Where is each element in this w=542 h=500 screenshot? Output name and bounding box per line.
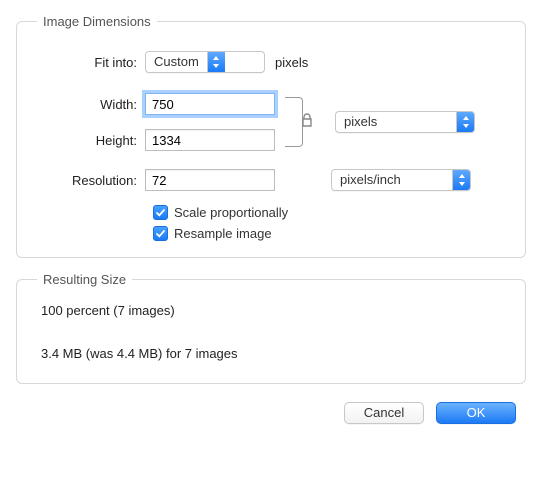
fit-into-select[interactable]: Custom	[145, 51, 265, 73]
fit-into-row: Fit into: Custom pixels	[37, 51, 505, 73]
resample-image-label: Resample image	[174, 226, 272, 241]
width-input[interactable]	[145, 93, 275, 115]
wh-unit-value: pixels	[336, 112, 456, 132]
wh-unit-select[interactable]: pixels	[335, 111, 475, 133]
resolution-row: Resolution: pixels/inch	[37, 169, 505, 191]
width-height-block: Width: Height: pixels	[37, 93, 505, 151]
result-filesize: 3.4 MB (was 4.4 MB) for 7 images	[37, 340, 505, 367]
ok-button[interactable]: OK	[436, 402, 516, 424]
aspect-lock[interactable]	[283, 93, 331, 151]
resulting-size-title: Resulting Size	[37, 272, 132, 287]
fit-into-label: Fit into:	[37, 55, 145, 70]
button-row: Cancel OK	[16, 398, 526, 424]
image-dimensions-title: Image Dimensions	[37, 14, 157, 29]
resulting-size-group: Resulting Size 100 percent (7 images) 3.…	[16, 272, 526, 384]
resolution-label: Resolution:	[37, 173, 145, 188]
result-percent: 100 percent (7 images)	[37, 297, 505, 324]
scale-proportionally-label: Scale proportionally	[174, 205, 288, 220]
updown-arrows-icon	[452, 170, 470, 190]
checkmark-icon	[155, 228, 166, 239]
resample-image-checkbox[interactable]	[153, 226, 168, 241]
scale-proportionally-checkbox[interactable]	[153, 205, 168, 220]
checkmark-icon	[155, 207, 166, 218]
updown-arrows-icon	[456, 112, 474, 132]
resample-image-row: Resample image	[37, 226, 505, 241]
width-label: Width:	[37, 97, 145, 112]
fit-into-value: Custom	[146, 52, 207, 72]
height-input[interactable]	[145, 129, 275, 151]
resolution-unit-value: pixels/inch	[332, 170, 452, 190]
image-dimensions-group: Image Dimensions Fit into: Custom pixels…	[16, 14, 526, 258]
resolution-unit-select[interactable]: pixels/inch	[331, 169, 471, 191]
resolution-input[interactable]	[145, 169, 275, 191]
cancel-button[interactable]: Cancel	[344, 402, 424, 424]
height-label: Height:	[37, 133, 145, 148]
updown-arrows-icon	[207, 52, 225, 72]
scale-proportionally-row: Scale proportionally	[37, 205, 505, 220]
fit-into-unit: pixels	[275, 55, 308, 70]
lock-icon	[301, 113, 313, 130]
